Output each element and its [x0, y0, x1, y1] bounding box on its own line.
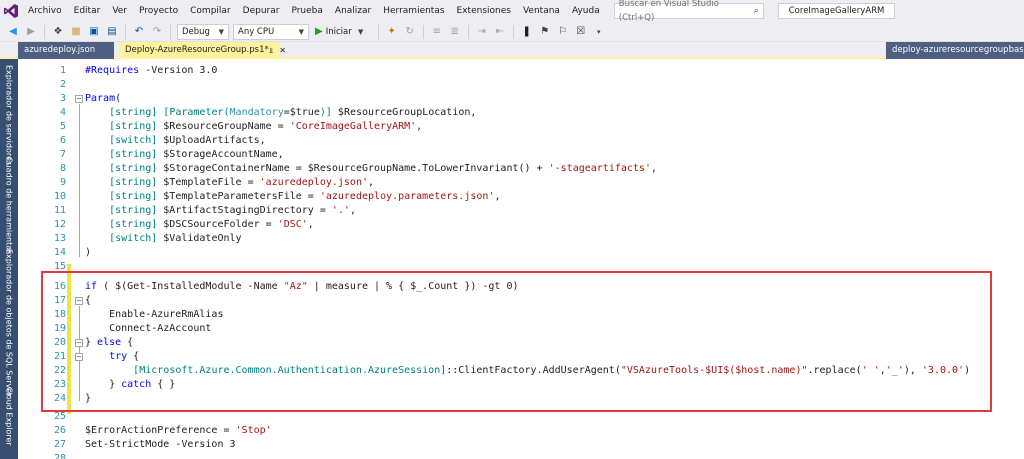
clear-bookmarks-icon[interactable]: ☒ — [573, 24, 589, 40]
side-panel-sql-object-explorer[interactable]: Explorador de objetos de SQL Server — [0, 249, 18, 397]
menu-depurar[interactable]: Depurar — [237, 0, 286, 22]
undo-icon[interactable]: ↶ — [131, 24, 147, 40]
code-line: 12 [string] $DSCSourceFolder = 'DSC', — [53, 219, 314, 230]
save-icon[interactable]: ▣ — [86, 24, 102, 40]
code-line: 27 Set-StrictMode -Version 3 — [53, 439, 236, 450]
side-panel-label: Cloud Explorer — [4, 387, 14, 446]
toolbar-separator — [125, 24, 126, 39]
start-debug-button[interactable]: ▶ Iniciar ▼ — [311, 24, 374, 40]
menu-ver[interactable]: Ver — [106, 0, 133, 22]
toolbar-separator — [170, 24, 171, 39]
tab-label: Deploy-AzureResourceGroup.ps1* — [125, 45, 269, 55]
tab-deploy-bashcli[interactable]: deploy-azureresourcegroupbashcli.sh — [886, 42, 1024, 59]
tab-azuredeploy-json[interactable]: azuredeploy.json — [18, 42, 114, 59]
code-line: 1 #Requires -Version 3.0 — [59, 65, 218, 76]
side-panel-cloud-explorer[interactable]: Cloud Explorer — [0, 387, 18, 457]
solution-name-badge[interactable]: CoreImageGalleryARM — [777, 3, 896, 19]
document-tab-well: azuredeploy.json Deploy-AzureResourceGro… — [0, 42, 1024, 59]
chevron-down-icon: ▼ — [298, 27, 304, 36]
play-icon: ▶ — [315, 26, 323, 37]
menu-editar[interactable]: Editar — [68, 0, 107, 22]
close-icon[interactable]: ✕ — [279, 42, 286, 59]
code-line: 2 — [59, 79, 66, 90]
redo-icon[interactable]: ↷ — [149, 24, 165, 40]
bookmark-icon[interactable]: ❚ — [519, 24, 535, 40]
side-panel-server-explorer[interactable]: Explorador de servidores — [0, 65, 18, 165]
code-line: 11 [string] $ArtifactStagingDirectory = … — [53, 205, 356, 216]
code-line: 3− Param( — [59, 93, 122, 104]
code-line: 8 [string] $StorageContainerName = $Reso… — [59, 163, 657, 174]
prev-bookmark-icon[interactable]: ⚑ — [537, 24, 553, 40]
next-bookmark-icon[interactable]: ⚐ — [555, 24, 571, 40]
menu-compilar[interactable]: Compilar — [184, 0, 237, 22]
chevron-down-icon: ▼ — [218, 27, 224, 36]
browser-link-icon[interactable]: ✦ — [384, 24, 400, 40]
code-line: 14) — [53, 247, 92, 258]
code-line: 26 $ErrorActionPreference = 'Stop' — [53, 425, 272, 436]
code-line: 6 [switch] $UploadArtifacts, — [59, 135, 266, 146]
menu-ventana[interactable]: Ventana — [517, 0, 566, 22]
menu-prueba[interactable]: Prueba — [285, 0, 328, 22]
toolbar-overflow-icon[interactable]: ▾ — [591, 24, 607, 40]
tab-deploy-azureresourcegroup[interactable]: Deploy-AzureResourceGroup.ps1* ⫫ ✕ — [119, 42, 286, 59]
platform-select[interactable]: Any CPU ▼ — [233, 23, 309, 40]
toolbar-separator — [512, 24, 514, 39]
red-highlight-annotation — [41, 271, 992, 412]
code-line: 5 [string] $ResourceGroupName = 'CoreIma… — [59, 121, 423, 132]
save-all-icon[interactable]: ▤ — [104, 24, 120, 40]
chevron-down-icon[interactable]: ▼ — [353, 24, 369, 40]
new-project-icon[interactable]: ❖ — [50, 24, 66, 40]
code-line: 25 — [53, 411, 66, 422]
code-line: 9 [string] $TemplateFile = 'azuredeploy.… — [59, 177, 375, 188]
outdent-icon[interactable]: ⇤ — [492, 24, 508, 40]
toolbar-separator — [467, 24, 469, 39]
menu-bar: Archivo Editar Ver Proyecto Compilar Dep… — [0, 0, 1024, 23]
search-icon: ⌕ — [753, 6, 759, 16]
toolbar: ◀ ▶ ❖ ■ ▣ ▤ ↶ ↷ Debug ▼ Any CPU ▼ ▶ Inic… — [0, 22, 1024, 42]
pin-icon[interactable]: ⫫ — [269, 42, 274, 59]
side-panel-label: Explorador de servidores — [4, 65, 14, 166]
indent-icon[interactable]: ⇥ — [474, 24, 490, 40]
forward-icon[interactable]: ▶ — [23, 24, 39, 40]
menu-extensiones[interactable]: Extensiones — [451, 0, 517, 22]
start-debug-label: Iniciar — [325, 26, 352, 37]
side-panel-label: Cuadro de herramientas — [4, 157, 14, 255]
back-icon[interactable]: ◀ — [5, 24, 21, 40]
configuration-value: Debug — [182, 26, 210, 37]
open-file-icon[interactable]: ■ — [68, 24, 84, 40]
menu-proyecto[interactable]: Proyecto — [133, 0, 184, 22]
side-panel-toolbox[interactable]: Cuadro de herramientas — [0, 157, 18, 254]
hot-reload-icon[interactable]: ↻ — [402, 24, 418, 40]
search-input[interactable]: Buscar en Visual Studio (Ctrl+Q) ⌕ — [613, 0, 764, 23]
collapse-icon[interactable]: − — [75, 95, 83, 103]
visual-studio-logo-icon[interactable] — [0, 0, 22, 22]
toolbar-separator — [44, 24, 45, 39]
platform-value: Any CPU — [238, 26, 275, 37]
menu-archivo[interactable]: Archivo — [22, 0, 68, 22]
side-tool-strip: Explorador de servidores Cuadro de herra… — [0, 59, 18, 459]
menu-ayuda[interactable]: Ayuda — [566, 0, 606, 22]
code-line: 10 [string] $TemplateParametersFile = 'a… — [53, 191, 501, 202]
side-panel-label: Explorador de objetos de SQL Server — [4, 249, 14, 397]
code-line: 7 [string] $StorageAccountName, — [59, 149, 284, 160]
toolbar-separator — [422, 24, 424, 39]
code-line: 13 [switch] $ValidateOnly — [53, 233, 242, 244]
comment-icon[interactable]: ≡ — [429, 24, 445, 40]
uncomment-icon[interactable]: ≣ — [447, 24, 463, 40]
menu-herramientas[interactable]: Herramientas — [377, 0, 450, 22]
code-line: 4 [string] [Parameter(Mandatory=$true)] … — [59, 107, 477, 118]
toolbar-separator — [377, 24, 379, 39]
code-line: 28 — [53, 453, 66, 459]
configuration-select[interactable]: Debug ▼ — [177, 23, 229, 40]
code-editor[interactable]: 1 #Requires -Version 3.0 2 3− Param( 4 [st… — [18, 59, 1024, 459]
menu-analizar[interactable]: Analizar — [329, 0, 377, 22]
